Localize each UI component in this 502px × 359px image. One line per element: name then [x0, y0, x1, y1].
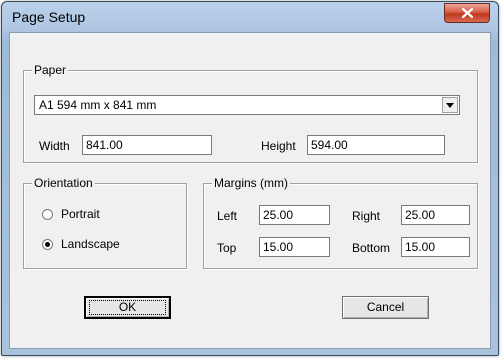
- margin-bottom-field[interactable]: 15.00: [401, 237, 470, 257]
- landscape-radio[interactable]: [42, 239, 53, 250]
- paper-group: Paper A1 594 mm x 841 mm Width 841.00 He…: [23, 63, 478, 163]
- margin-top-field[interactable]: 15.00: [259, 237, 330, 257]
- close-button[interactable]: [444, 3, 490, 23]
- landscape-radio-selected-dot: [45, 242, 50, 247]
- window-title: Page Setup: [12, 9, 86, 25]
- margins-group: Margins (mm) Left 25.00 Right 25.00 Top …: [203, 176, 478, 269]
- margin-left-label: Left: [217, 209, 238, 223]
- paper-size-select[interactable]: A1 594 mm x 841 mm: [34, 95, 460, 115]
- paper-group-label: Paper: [32, 63, 69, 77]
- cancel-button[interactable]: Cancel: [342, 296, 429, 319]
- orientation-group-label: Orientation: [32, 176, 95, 190]
- orientation-group: Orientation Portrait Landscape: [23, 176, 187, 269]
- cancel-button-label: Cancel: [366, 300, 405, 314]
- paper-size-value: A1 594 mm x 841 mm: [39, 98, 157, 112]
- landscape-label[interactable]: Landscape: [61, 237, 120, 251]
- ok-button[interactable]: OK: [84, 296, 171, 319]
- margins-group-label: Margins (mm): [212, 176, 290, 190]
- height-field[interactable]: 594.00: [307, 135, 445, 155]
- margin-bottom-label: Bottom: [352, 241, 391, 255]
- margin-left-field[interactable]: 25.00: [259, 205, 330, 225]
- chevron-down-icon: [446, 102, 454, 108]
- height-label: Height: [261, 139, 296, 153]
- close-icon: [461, 8, 473, 18]
- portrait-label[interactable]: Portrait: [61, 207, 100, 221]
- title-bar[interactable]: Page Setup: [2, 2, 498, 32]
- margin-top-label: Top: [217, 241, 237, 255]
- ok-button-focus-rect: [89, 300, 166, 315]
- margin-right-field[interactable]: 25.00: [401, 205, 470, 225]
- paper-size-dropdown-button[interactable]: [442, 97, 458, 113]
- portrait-radio[interactable]: [42, 209, 53, 220]
- width-label: Width: [39, 139, 70, 153]
- page-setup-window: Page Setup Paper A1 594 mm x 841 mm Widt…: [1, 1, 499, 356]
- dialog-body: Paper A1 594 mm x 841 mm Width 841.00 He…: [9, 32, 491, 349]
- width-field[interactable]: 841.00: [82, 135, 212, 155]
- margin-right-label: Right: [352, 209, 381, 223]
